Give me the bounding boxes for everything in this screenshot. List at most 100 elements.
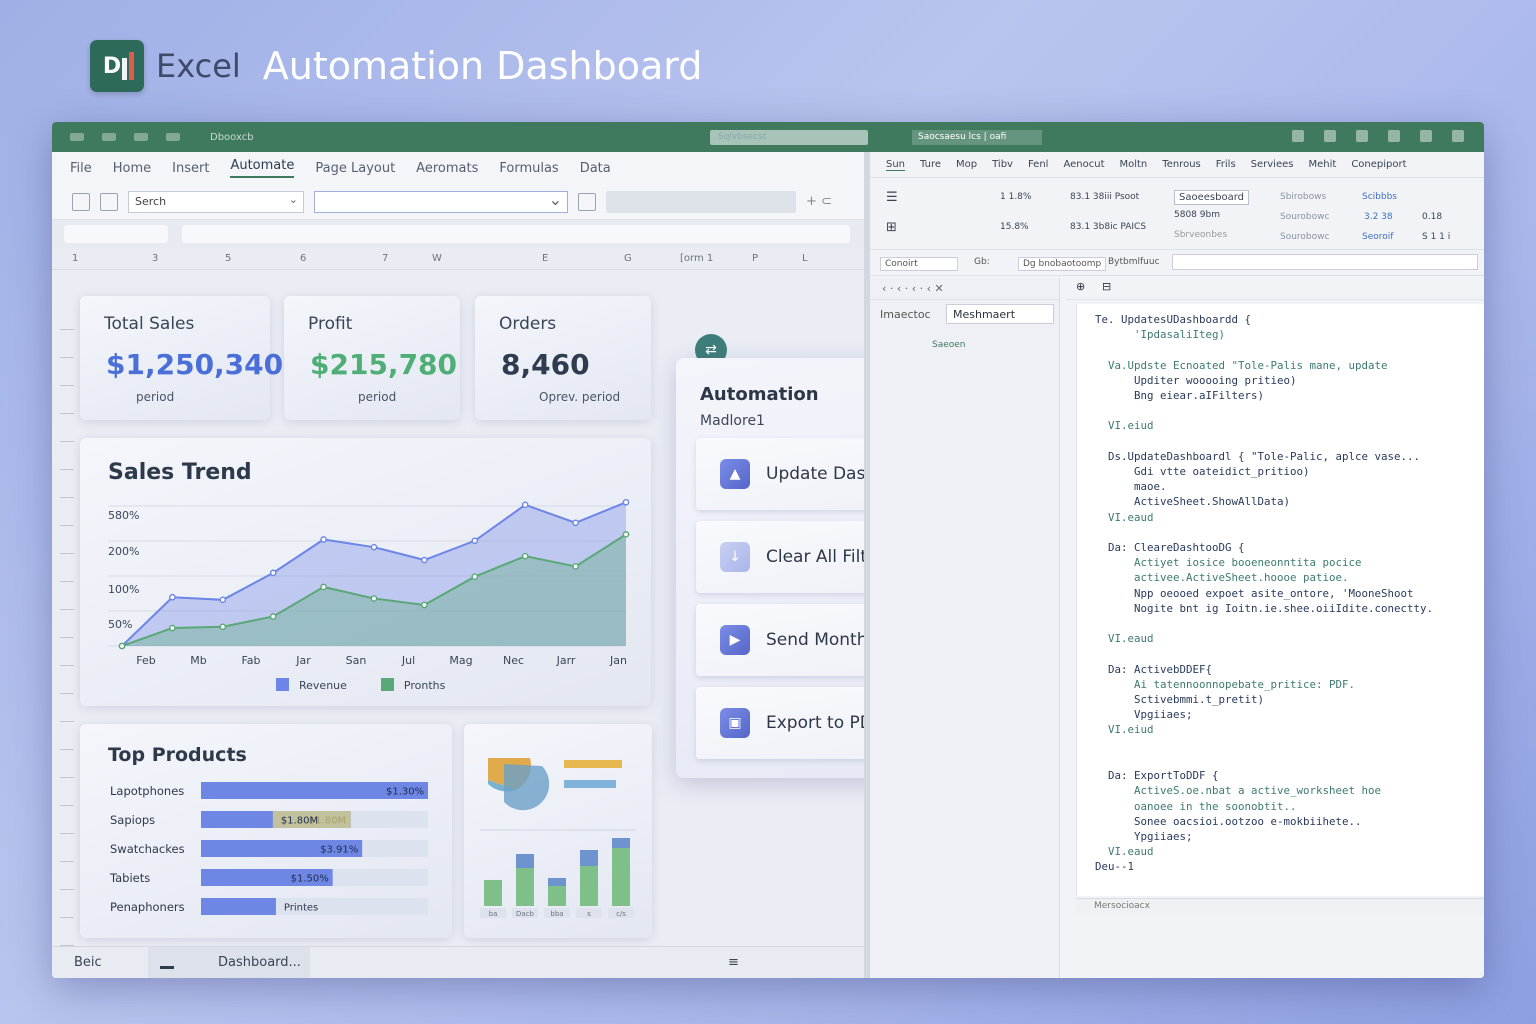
view-object-icon[interactable]: ⊟ bbox=[1102, 280, 1111, 293]
kpi-profit[interactable]: Profit $215,780 period bbox=[284, 296, 460, 420]
vba-menu-item[interactable]: Frils bbox=[1216, 159, 1236, 170]
vba-menu-item[interactable]: Mop bbox=[956, 159, 977, 170]
column-header[interactable]: 6 bbox=[300, 253, 306, 264]
ribbon-item[interactable]: Scibbbs bbox=[1362, 192, 1397, 202]
name-box[interactable] bbox=[64, 225, 168, 243]
tab-formulas[interactable]: Formulas bbox=[499, 161, 558, 176]
proc-dropdown-2[interactable]: Bytbmlfuuc bbox=[1108, 257, 1160, 267]
tab-insert[interactable]: Insert bbox=[172, 161, 209, 176]
column-header[interactable]: [orm 1 bbox=[680, 253, 713, 264]
titlebar-search[interactable]: Sqlvbsecst bbox=[710, 130, 868, 145]
grid-icon[interactable] bbox=[100, 192, 118, 211]
vba-menu-item[interactable]: Mehit bbox=[1308, 159, 1336, 170]
vba-menu-item[interactable]: Tibv bbox=[992, 159, 1013, 170]
tab-aeromats[interactable]: Aeromats bbox=[416, 161, 478, 176]
bar-value-label: $1.80M bbox=[281, 816, 318, 827]
ribbon-item[interactable]: Seoroif bbox=[1362, 232, 1393, 242]
quick-access-icon[interactable] bbox=[70, 133, 84, 141]
page-icon[interactable] bbox=[72, 192, 90, 211]
layout-icon[interactable]: ⊞ bbox=[886, 220, 897, 235]
code-line: Nogite bnt ig Ioitn.ie.shee.oiiIdite.con… bbox=[1095, 601, 1434, 615]
column-header[interactable]: 5 bbox=[225, 253, 231, 264]
redo-icon[interactable] bbox=[166, 133, 180, 141]
object-dropdown[interactable]: Conoirt bbox=[880, 257, 958, 271]
app-name: Excel bbox=[156, 47, 241, 85]
share-icon[interactable] bbox=[1292, 130, 1304, 142]
data-point bbox=[622, 498, 630, 506]
formula-input[interactable] bbox=[182, 225, 850, 243]
ribbon-item[interactable]: Sbrveonbes bbox=[1174, 230, 1227, 240]
explorer-node[interactable]: Saeoen bbox=[932, 340, 966, 350]
explorer-field[interactable]: Meshmaert bbox=[946, 304, 1054, 324]
code-scrollbar[interactable]: Mersocioacx bbox=[1076, 898, 1484, 914]
kpi-value: $1,250,340 bbox=[106, 348, 284, 381]
bar-value-label: $3.91% bbox=[320, 845, 358, 856]
tab-data[interactable]: Data bbox=[580, 161, 611, 176]
bar-value-label: $1.50% bbox=[291, 874, 329, 885]
search-icon[interactable] bbox=[1420, 130, 1432, 142]
search-dropdown[interactable]: Serch bbox=[128, 190, 304, 213]
code-line: Actiyet iosice booeneonntita pocice bbox=[1095, 556, 1362, 570]
vba-menu-item[interactable]: Tenrous bbox=[1162, 159, 1200, 170]
mini-charts: ba Dacb bba s c/s bbox=[480, 758, 636, 918]
ribbon-tabs: File Home Insert Automate Page Layout Ae… bbox=[52, 152, 864, 184]
filter-icon[interactable] bbox=[578, 192, 596, 211]
add-icon[interactable]: + ⊂ bbox=[806, 194, 832, 209]
ribbon-item[interactable]: 83.1 3b8ic PAICS bbox=[1070, 222, 1146, 232]
view-menu-icon[interactable]: ≡ bbox=[728, 955, 739, 970]
undo-icon[interactable] bbox=[134, 133, 148, 141]
close-icon[interactable] bbox=[1452, 130, 1464, 142]
column-header[interactable]: P bbox=[752, 253, 758, 264]
sheet-tab-dashboard[interactable]: Dashboard... bbox=[148, 947, 310, 978]
status-text: Beic bbox=[74, 955, 102, 970]
code-line: VI.eaud bbox=[1095, 510, 1154, 524]
tab-automate[interactable]: Automate bbox=[230, 158, 295, 178]
product-label: Lapotphones bbox=[110, 784, 184, 798]
vba-menu-item[interactable]: Moltn bbox=[1119, 159, 1147, 170]
code-editor[interactable]: Te. UpdatesUDashboardd { 'IpdasaliIteg) … bbox=[1076, 304, 1484, 896]
proc-dropdown[interactable]: Dg bnobaotoomp bbox=[1018, 257, 1107, 271]
vba-menu-item[interactable]: Aenocut bbox=[1063, 159, 1104, 170]
vba-menu-item[interactable]: Fenl bbox=[1028, 159, 1048, 170]
vba-editor-pane: Sun Ture Mop Tibv Fenl Aenocut Moltn Ten… bbox=[870, 152, 1484, 978]
tab-file[interactable]: File bbox=[70, 161, 92, 176]
column-header[interactable]: 1 bbox=[72, 253, 78, 264]
code-line: Gdi vtte oateidict_pritioo) bbox=[1095, 465, 1310, 479]
kpi-total-sales[interactable]: Total Sales $1,250,340 period bbox=[80, 296, 283, 420]
vba-menu-item[interactable]: Ture bbox=[920, 159, 941, 170]
explorer-nav[interactable]: ‹ · ‹ · ‹ · ‹ ✕ bbox=[870, 278, 1059, 300]
column-header[interactable]: 3 bbox=[152, 253, 158, 264]
procedure-select[interactable] bbox=[1172, 254, 1478, 270]
tab-page-layout[interactable]: Page Layout bbox=[315, 161, 395, 176]
minimize-icon[interactable] bbox=[1324, 130, 1336, 142]
kpi-orders[interactable]: Orders 8,460 Oprev. period bbox=[475, 296, 651, 420]
proc-label: Gb: bbox=[974, 257, 990, 267]
tab-home[interactable]: Home bbox=[113, 161, 151, 176]
ribbon-item[interactable]: 5808 9bm bbox=[1174, 210, 1220, 220]
vba-menu-item[interactable]: Serviees bbox=[1251, 159, 1294, 170]
vba-menu-item[interactable]: Conepiport bbox=[1351, 159, 1406, 170]
column-header[interactable]: 7 bbox=[382, 253, 388, 264]
view-code-icon[interactable]: ⊕ bbox=[1076, 280, 1085, 293]
code-line: Sctivebmmi.t_pretit) bbox=[1095, 693, 1265, 707]
ribbon-item[interactable]: Sourobowc bbox=[1280, 232, 1329, 242]
settings-icon[interactable] bbox=[1356, 130, 1368, 142]
ribbon-item[interactable]: Sbirobows bbox=[1280, 192, 1326, 202]
explorer-row: Imaectoc Meshmaert bbox=[870, 300, 1059, 330]
macro-dropdown[interactable] bbox=[314, 190, 568, 213]
vba-menu-item[interactable]: Sun bbox=[886, 159, 906, 171]
sb-button[interactable]: Saoeesboard bbox=[1174, 190, 1249, 205]
data-point bbox=[320, 536, 327, 543]
x-tick-label: ba bbox=[489, 910, 498, 918]
code-toolbar: ⊕ ⊟ bbox=[1066, 278, 1484, 300]
column-header[interactable]: E bbox=[542, 253, 548, 264]
column-header[interactable]: W bbox=[432, 253, 442, 264]
list-icon[interactable]: ☰ bbox=[886, 190, 898, 205]
restore-icon[interactable] bbox=[1388, 130, 1400, 142]
ribbon-item[interactable]: Sourobowc bbox=[1280, 212, 1329, 222]
ribbon-item[interactable]: 83.1 38iii Psoot bbox=[1070, 192, 1139, 202]
column-header[interactable]: G bbox=[624, 253, 632, 264]
column-header[interactable]: L bbox=[802, 253, 808, 264]
vba-window-title: Saocsaesu lcs | oafi bbox=[912, 130, 1042, 145]
save-icon[interactable] bbox=[102, 133, 116, 141]
